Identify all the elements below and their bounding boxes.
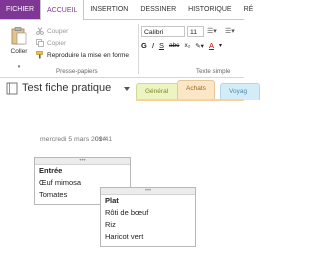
scissors-icon [36,27,44,35]
italic-button[interactable]: I [152,41,154,50]
tab-insertion[interactable]: INSERTION [84,0,134,19]
section-tab-voyage[interactable]: Voyag [220,83,260,100]
page-time: 09:41 [95,136,113,143]
note-container-plat[interactable]: ••• Plat Rôti de bœuf Riz Haricot vert [100,187,196,247]
tab-fichier[interactable]: FICHIER [0,0,40,19]
paste-label: Coller [10,48,28,55]
ribbon-tabs: FICHIER ACCUEIL INSERTION DESSINER HISTO… [0,0,253,20]
bullets-icon[interactable]: ☰▾ [207,27,217,35]
notebook-icon [6,82,18,95]
note-line[interactable]: Entrée [35,165,130,177]
brush-icon [36,51,44,59]
cut-label: Couper [47,27,69,35]
clipboard-icon [11,26,27,46]
ribbon-divider [138,24,139,74]
copy-button[interactable]: Copier [36,39,66,47]
cut-button[interactable]: Couper [36,27,68,35]
note-line[interactable]: Plat [101,195,195,207]
format-row: G I S abc x₂ ✎▾ A ▾ [141,41,222,50]
note-handle[interactable]: ••• [35,158,130,165]
paste-button[interactable]: Coller ▾ [6,26,32,70]
tab-accueil[interactable]: ACCUEIL [40,0,85,20]
bold-button[interactable]: G [141,41,147,50]
font-size-select[interactable]: 11 [187,26,204,37]
note-line[interactable]: Rôti de bœuf [101,207,195,219]
subscript-button[interactable]: x₂ [184,42,190,49]
ribbon: Coller ▾ Couper Copier Reproduire la mis… [0,20,244,78]
text-group-label: Texte simple [196,68,231,75]
note-line[interactable]: Haricot vert [101,231,195,243]
font-name-select[interactable]: Calibri [141,26,185,37]
section-tab-achats[interactable]: Achats [177,80,215,100]
tab-revision[interactable]: RÉ [238,0,260,19]
tab-historique[interactable]: HISTORIQUE [182,0,237,19]
font-color-dropdown-icon[interactable]: ▾ [219,42,222,49]
underline-button[interactable]: S [159,41,164,50]
note-handle[interactable]: ••• [101,188,195,195]
format-painter-button[interactable]: Reproduire la mise en forme [36,51,129,59]
highlight-icon[interactable]: ✎▾ [195,42,204,50]
note-line[interactable]: Riz [101,219,195,231]
font-color-icon[interactable]: A [209,41,214,50]
notebook-dropdown-icon[interactable] [124,87,130,91]
strike-button[interactable]: abc [169,42,179,49]
tab-dessiner[interactable]: DESSINER [134,0,182,19]
paste-dropdown-icon[interactable]: ▾ [18,64,21,70]
format-painter-label: Reproduire la mise en forme [47,51,130,59]
notebook-title[interactable]: Test fiche pratique [22,82,111,94]
copy-label: Copier [47,39,67,47]
copy-icon [36,39,44,47]
clipboard-group-label: Presse-papiers [56,68,98,75]
numbering-icon[interactable]: ☰▾ [225,27,235,35]
